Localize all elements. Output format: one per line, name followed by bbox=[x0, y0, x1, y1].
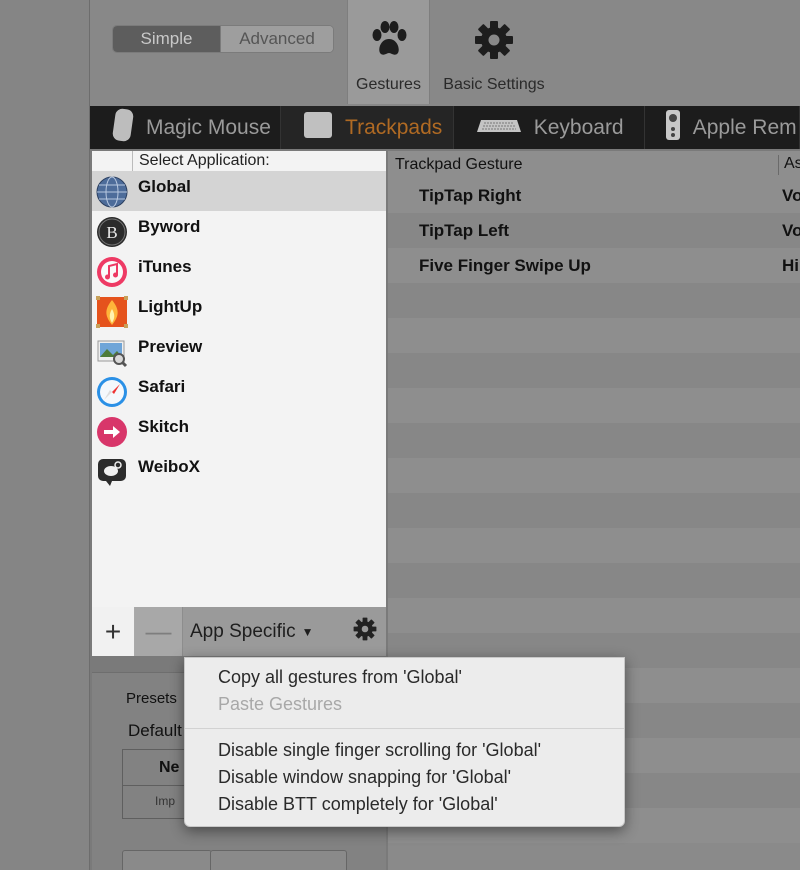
column-header-gesture[interactable]: Trackpad Gesture bbox=[388, 156, 522, 174]
table-row[interactable]: TipTap Right Vo bbox=[388, 178, 800, 213]
skitch-icon bbox=[95, 415, 129, 449]
empty-table-row bbox=[388, 318, 800, 353]
application-list-header: Select Application: bbox=[132, 151, 386, 171]
device-tab-label: Magic Mouse bbox=[146, 115, 271, 139]
device-tab-trackpads[interactable]: Trackpads bbox=[281, 106, 454, 149]
app-specific-dropdown[interactable]: App Specific ▼ bbox=[183, 607, 343, 656]
gesture-name: TipTap Right bbox=[419, 185, 522, 205]
byword-icon: B bbox=[95, 215, 129, 249]
empty-table-row bbox=[388, 493, 800, 528]
app-row-byword[interactable]: B Byword bbox=[92, 211, 386, 251]
settings-gear-button[interactable] bbox=[343, 607, 386, 656]
gear-icon bbox=[353, 617, 377, 646]
menu-item-paste-gestures[interactable]: Paste Gestures bbox=[185, 691, 624, 718]
empty-table-row bbox=[388, 598, 800, 633]
app-name: Preview bbox=[138, 337, 203, 356]
mode-segmented-control: Simple Advanced bbox=[112, 25, 334, 53]
app-row-skitch[interactable]: Skitch bbox=[92, 411, 386, 451]
chevron-down-icon: ▼ bbox=[301, 624, 314, 639]
empty-table-row bbox=[388, 423, 800, 458]
table-row[interactable]: TipTap Left Vo bbox=[388, 213, 800, 248]
application-list-toolbar: + — App Specific ▼ bbox=[92, 607, 386, 656]
app-row-global[interactable]: Global bbox=[92, 171, 386, 211]
empty-table-row bbox=[388, 458, 800, 493]
device-tab-label: Keyboard bbox=[533, 115, 624, 139]
device-bar: Magic Mouse Trackpads Keyboard Apple Rem bbox=[90, 106, 800, 149]
basic-settings-tab[interactable]: Basic Settings bbox=[435, 0, 553, 104]
trackpad-icon bbox=[303, 111, 333, 145]
menu-separator bbox=[185, 728, 624, 729]
application-list: Select Application: Global B Byword iTun… bbox=[92, 151, 386, 607]
basic-settings-tab-label: Basic Settings bbox=[443, 76, 545, 93]
gesture-action: Vo bbox=[782, 220, 800, 240]
app-specific-label: App Specific bbox=[190, 620, 296, 642]
app-row-itunes[interactable]: iTunes bbox=[92, 251, 386, 291]
weibox-icon bbox=[95, 455, 129, 489]
gestures-tab-label: Gestures bbox=[356, 76, 421, 93]
globe-icon bbox=[95, 175, 129, 209]
app-name: Safari bbox=[138, 377, 186, 396]
preset-button[interactable] bbox=[122, 850, 212, 870]
preset-button[interactable] bbox=[210, 850, 347, 870]
gestures-tab[interactable]: Gestures bbox=[347, 0, 430, 104]
device-tab-label: Apple Rem bbox=[692, 115, 797, 139]
app-name: iTunes bbox=[138, 257, 192, 276]
empty-table-row bbox=[388, 388, 800, 423]
gesture-name: Five Finger Swipe Up bbox=[419, 255, 591, 275]
device-tab-magic-mouse[interactable]: Magic Mouse bbox=[90, 106, 282, 149]
apple-remote-icon bbox=[665, 109, 681, 147]
column-header-action[interactable]: As bbox=[778, 154, 800, 175]
presets-label: Presets bbox=[126, 690, 177, 707]
default-preset-label[interactable]: Default bbox=[128, 721, 182, 741]
add-application-button[interactable]: + bbox=[92, 607, 135, 656]
app-name: Byword bbox=[138, 217, 201, 236]
remove-application-button[interactable]: — bbox=[135, 607, 183, 656]
advanced-mode-button[interactable]: Advanced bbox=[220, 26, 333, 52]
menu-item-disable-btt[interactable]: Disable BTT completely for 'Global' bbox=[185, 791, 624, 818]
app-row-safari[interactable]: Safari bbox=[92, 371, 386, 411]
svg-text:B: B bbox=[106, 223, 117, 242]
app-name: LightUp bbox=[138, 297, 203, 316]
simple-mode-button[interactable]: Simple bbox=[113, 26, 221, 52]
gesture-action: Hi bbox=[782, 255, 799, 275]
gesture-table-header: Trackpad Gesture As bbox=[388, 151, 800, 178]
app-name: WeiboX bbox=[138, 457, 201, 476]
empty-table-row bbox=[388, 563, 800, 598]
app-row-weibox[interactable]: WeiboX bbox=[92, 451, 386, 491]
app-name: Skitch bbox=[138, 417, 190, 436]
safari-icon bbox=[95, 375, 129, 409]
device-tab-apple-remote[interactable]: Apple Rem bbox=[645, 106, 800, 149]
menu-item-disable-snapping[interactable]: Disable window snapping for 'Global' bbox=[185, 764, 624, 791]
lightup-icon bbox=[95, 295, 129, 329]
preview-icon bbox=[95, 335, 129, 369]
presets-table: Ne Imp bbox=[122, 749, 192, 819]
empty-table-row bbox=[388, 283, 800, 318]
presets-table-header: Ne bbox=[123, 750, 191, 786]
itunes-icon bbox=[95, 255, 129, 289]
presets-table-cell[interactable]: Imp bbox=[123, 786, 191, 808]
magic-mouse-icon bbox=[112, 108, 134, 148]
window-background-left bbox=[0, 0, 90, 870]
table-row[interactable]: Five Finger Swipe Up Hi bbox=[388, 248, 800, 283]
app-specific-menu: Copy all gestures from 'Global' Paste Ge… bbox=[184, 657, 625, 827]
gesture-name: TipTap Left bbox=[419, 220, 510, 240]
menu-item-copy-gestures[interactable]: Copy all gestures from 'Global' bbox=[185, 664, 624, 691]
app-name: Global bbox=[138, 177, 191, 196]
empty-table-row bbox=[388, 528, 800, 563]
toolbar: Simple Advanced Gestures Basic Settings bbox=[90, 0, 800, 106]
empty-table-row bbox=[388, 353, 800, 388]
app-row-preview[interactable]: Preview bbox=[92, 331, 386, 371]
app-row-lightup[interactable]: LightUp bbox=[92, 291, 386, 331]
gesture-action: Vo bbox=[782, 185, 800, 205]
device-tab-label: Trackpads bbox=[345, 115, 443, 139]
gear-icon bbox=[474, 18, 514, 62]
keyboard-icon bbox=[476, 116, 522, 140]
menu-item-disable-scrolling[interactable]: Disable single finger scrolling for 'Glo… bbox=[185, 737, 624, 764]
paw-icon bbox=[369, 18, 409, 62]
device-tab-keyboard[interactable]: Keyboard bbox=[454, 106, 645, 149]
